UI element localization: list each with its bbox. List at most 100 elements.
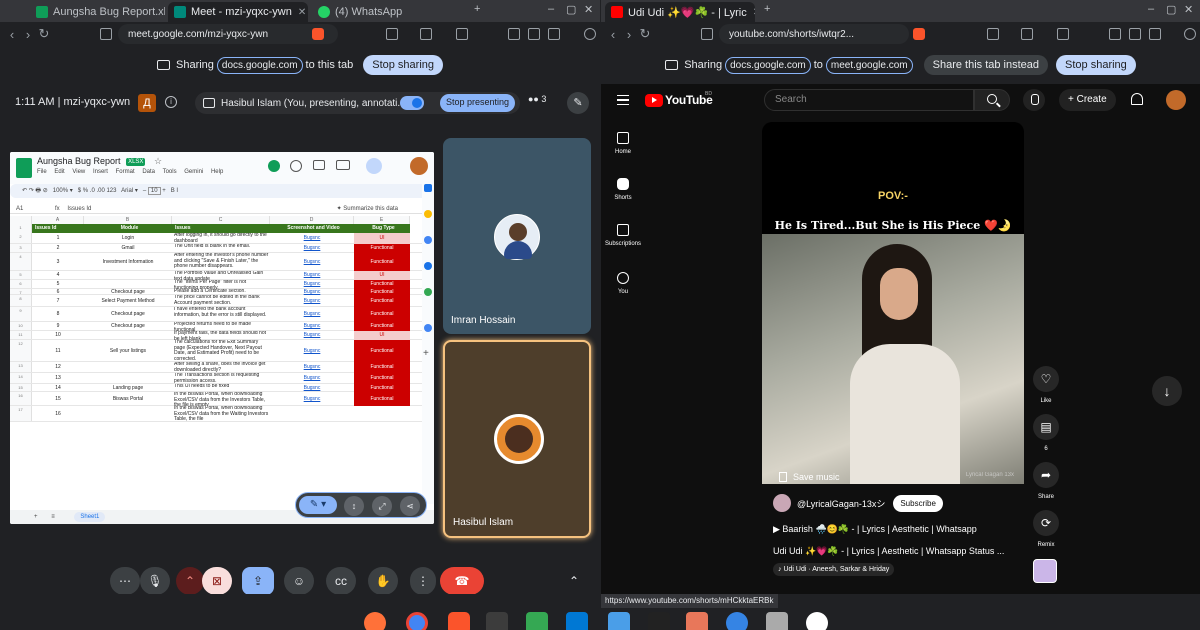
people-icon[interactable]: ●● 3 [528, 94, 558, 112]
microphone-icon[interactable]: 🎙 [140, 567, 170, 594]
wallet-icon[interactable] [1149, 28, 1161, 40]
cell-module[interactable]: Gmail [84, 244, 172, 253]
app-icon[interactable] [648, 612, 670, 630]
calendar-icon[interactable] [424, 184, 432, 192]
table-row[interactable]: 12 11 Sell your listings The calculations f… [10, 340, 434, 362]
cell-issue-id[interactable]: 4 [32, 271, 84, 280]
cell-issue-id[interactable]: 14 [32, 384, 84, 392]
channel-avatar[interactable] [773, 494, 791, 512]
menu-file[interactable]: File [37, 169, 47, 175]
comment-icon[interactable] [313, 160, 325, 170]
tasks-icon[interactable] [424, 236, 432, 244]
new-tab-icon[interactable]: + [474, 3, 480, 15]
cell-issue-id[interactable]: 11 [32, 340, 84, 362]
close-tab-icon[interactable]: ✕ [747, 7, 755, 18]
cell-bug-type[interactable]: Functional [354, 384, 410, 392]
minimize-icon[interactable]: – [1148, 3, 1154, 15]
cell-module[interactable] [84, 373, 172, 384]
installer-icon[interactable] [766, 612, 788, 630]
table-row[interactable]: 9 8 Checkout page I have entered the bank a… [10, 307, 434, 322]
bookmark-icon[interactable] [100, 28, 112, 40]
wallet-icon[interactable] [548, 28, 560, 40]
back-icon[interactable]: ‹ [4, 27, 20, 42]
cell-module[interactable] [84, 271, 172, 280]
youtube-logo[interactable]: YouTube BD [645, 91, 713, 107]
short-title[interactable]: Udi Udi ✨💗☘️ - | Lyrics | Aesthetic | Wh… [773, 546, 1023, 557]
cell-issue[interactable]: Projected returns need to be made functi… [172, 322, 270, 331]
cell-issue-id[interactable]: 10 [32, 331, 84, 340]
cell-issue-id[interactable]: 9 [32, 322, 84, 331]
cell-issue-id[interactable]: 7 [32, 295, 84, 307]
cell-module[interactable] [84, 406, 172, 422]
camera-options-icon[interactable]: ⌃ [176, 567, 204, 594]
menu-tools[interactable]: Tools [163, 169, 177, 175]
header-issues[interactable]: Issues [172, 224, 270, 233]
close-window-icon[interactable]: ✕ [1184, 3, 1193, 16]
cell-module[interactable]: Landing page [84, 384, 172, 392]
cell-screenshot-link[interactable]: Bugsnc [270, 295, 354, 307]
table-row[interactable]: 13 12 After selling a share, does the invo… [10, 362, 434, 373]
chrome-icon[interactable] [406, 612, 428, 630]
formula-input[interactable]: Issues Id [67, 206, 91, 212]
cell-screenshot-link[interactable]: Bugsnc [270, 340, 354, 362]
files-icon[interactable] [526, 612, 548, 630]
text-editor-icon[interactable] [608, 612, 630, 630]
settings-icon[interactable] [424, 324, 432, 332]
cell-issue[interactable]: The "Items Per Page" filter is not funct… [172, 280, 270, 289]
table-row[interactable]: 10 9 Checkout page Projected returns need t… [10, 322, 434, 331]
cell-bug-type[interactable]: Functional [354, 340, 410, 362]
raise-hand-icon[interactable]: ✋ [368, 567, 398, 594]
sheet-title[interactable]: Aungsha Bug Report [37, 156, 121, 166]
sheet-tab-sheet1[interactable]: Sheet1 [74, 512, 106, 522]
save-music-button[interactable]: Save music [779, 472, 840, 482]
sidebar-item-shorts[interactable]: Shorts [601, 178, 645, 201]
cell-screenshot-link[interactable]: Bugsnc [270, 244, 354, 253]
search-button[interactable] [974, 89, 1010, 111]
search-input[interactable]: Search [764, 89, 974, 111]
short-video-player[interactable]: POV:- He Is Tired...But She is His Piece… [762, 122, 1024, 484]
forward-icon[interactable]: › [621, 27, 637, 42]
cell-reference[interactable]: A1 [16, 206, 23, 212]
sidebar-icon[interactable] [1129, 28, 1141, 40]
annotation-toggle[interactable] [400, 96, 424, 110]
captions-icon[interactable]: cc [326, 567, 356, 594]
account-avatar[interactable] [1166, 90, 1186, 110]
table-row[interactable]: 5 4 The Portfolio Value and Unrealised Gai… [10, 271, 434, 280]
cell-issue[interactable]: In the Biswas Portal, when downloading E… [172, 392, 270, 406]
bookmark-icon[interactable] [701, 28, 713, 40]
cell-module[interactable]: Checkout page [84, 307, 172, 322]
cell-module[interactable]: Login [84, 233, 172, 244]
extension-icon[interactable] [987, 28, 999, 40]
share-people-icon[interactable] [366, 158, 382, 174]
cell-issue[interactable]: The Portfolio Value and Unrealised Gain … [172, 271, 270, 280]
cell-screenshot-link[interactable]: Bugsnc [270, 362, 354, 373]
header-bug-type[interactable]: Bug Type [354, 224, 410, 233]
expand-icon[interactable]: ⤢ [372, 496, 392, 516]
table-row[interactable]: 11 10 If payment fails, the data fields sh… [10, 331, 434, 340]
share-this-tab-button[interactable]: Share this tab instead [923, 55, 1049, 75]
camera-off-icon[interactable]: ⊠ [202, 567, 232, 594]
cell-issue[interactable]: The Unit field is blank in the email. [172, 244, 270, 253]
reload-icon[interactable]: ↻ [637, 26, 653, 42]
cell-screenshot-link[interactable]: Bugsnc [270, 307, 354, 322]
cell-screenshot-link[interactable]: Bugsnc [270, 271, 354, 280]
cell-bug-type[interactable]: Functional [354, 373, 410, 384]
app-icon[interactable] [686, 612, 708, 630]
cell-module[interactable]: Checkout page [84, 322, 172, 331]
cell-issue[interactable]: In the Biswas Portal, when downloading E… [172, 406, 270, 422]
close-window-icon[interactable]: ✕ [584, 3, 593, 16]
zoom-select[interactable]: 100% [53, 188, 68, 194]
cell-issue-id[interactable]: 16 [32, 406, 84, 422]
cell-issue-id[interactable]: 1 [32, 233, 84, 244]
participant-tile-hasibul[interactable]: Hasibul Islam [443, 340, 591, 538]
column-header[interactable]: D [270, 216, 354, 224]
cell-screenshot-link[interactable]: Bugsnc [270, 331, 354, 340]
close-tab-icon[interactable]: ✕ [292, 7, 306, 18]
cell-module[interactable]: Biswas Portal [84, 392, 172, 406]
share-annotation-icon[interactable]: ⋖ [400, 496, 420, 516]
cell-bug-type[interactable]: Functional [354, 322, 410, 331]
sidebar-item-home[interactable]: Home [601, 132, 645, 155]
stop-sharing-button[interactable]: Stop sharing [363, 55, 443, 75]
contacts-icon[interactable] [424, 262, 432, 270]
app-icon[interactable] [806, 612, 828, 630]
